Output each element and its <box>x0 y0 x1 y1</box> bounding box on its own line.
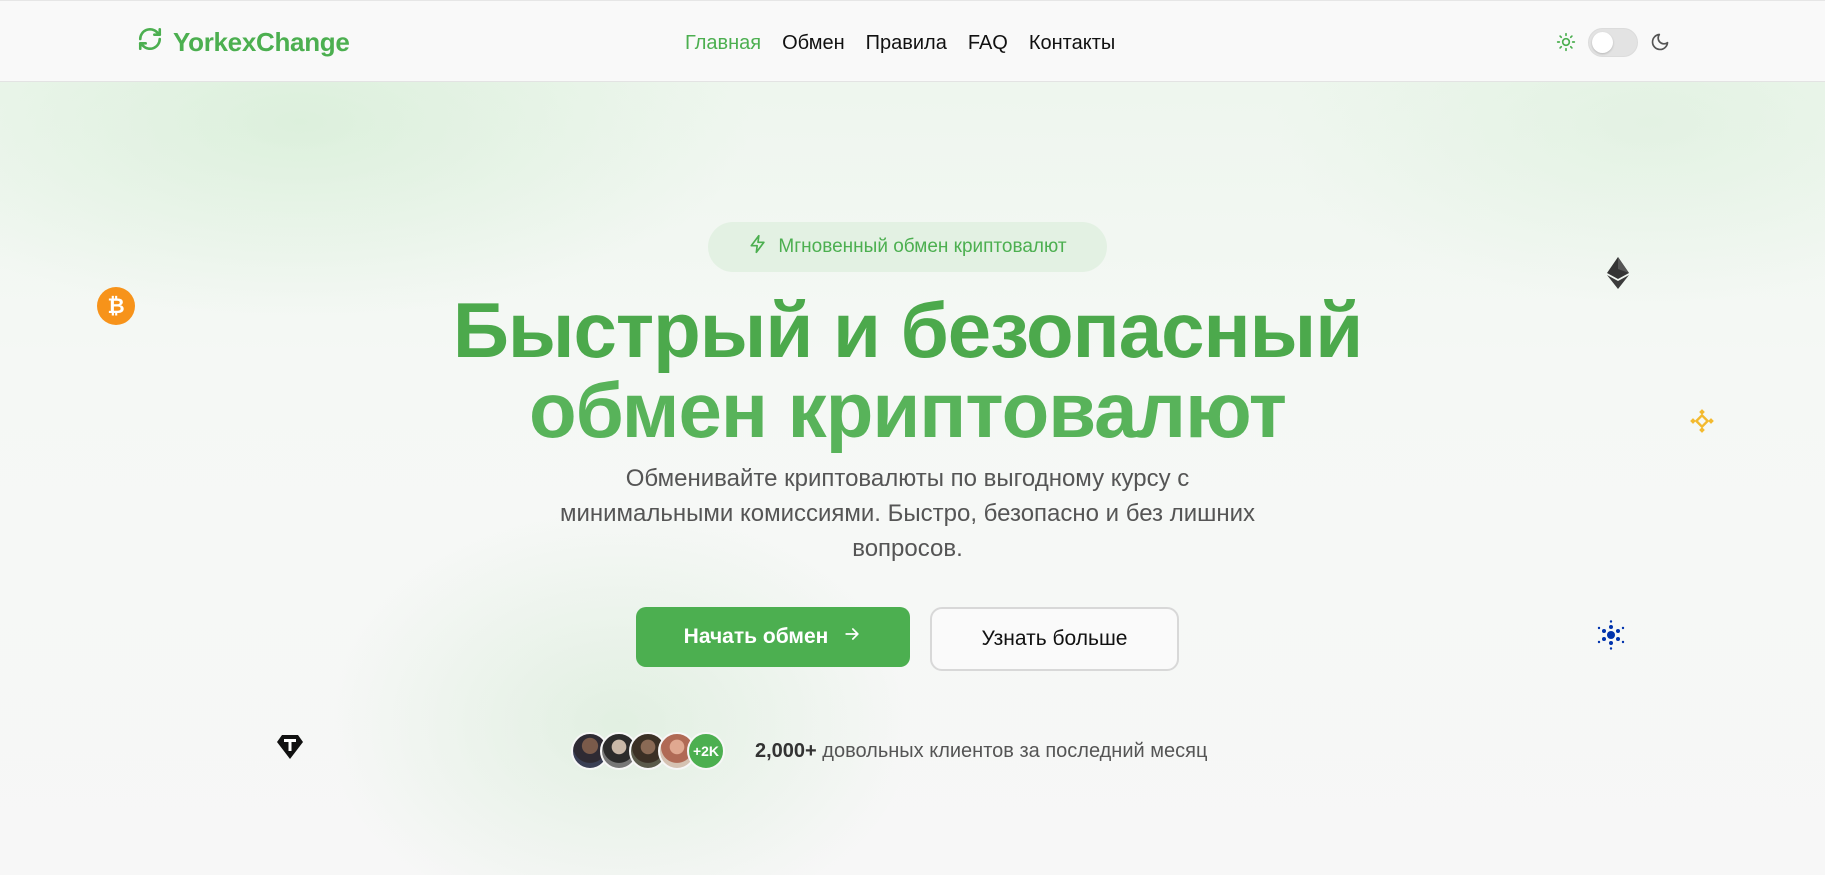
site-header: YorkexChange Главная Обмен Правила FAQ К… <box>0 0 1825 82</box>
nav-item-home[interactable]: Главная <box>685 32 761 55</box>
start-exchange-button[interactable]: Начать обмен <box>636 607 910 667</box>
ethereum-icon <box>1607 257 1629 289</box>
main-nav: Главная Обмен Правила FAQ Контакты <box>685 27 1115 59</box>
hero-title-line1: Быстрый и безопасный <box>452 286 1363 374</box>
hero-title-line2: обмен криптовалют <box>529 366 1287 454</box>
nav-item-exchange[interactable]: Обмен <box>782 32 845 55</box>
binance-icon <box>1690 409 1714 433</box>
sun-icon <box>1556 32 1576 52</box>
cardano-icon <box>1595 619 1627 651</box>
svg-text:₿: ₿ <box>107 295 124 318</box>
tether-icon <box>277 735 303 759</box>
refresh-icon <box>137 26 163 59</box>
avatar-stack: +2K <box>571 732 725 770</box>
arrow-right-icon <box>842 624 862 650</box>
nav-item-rules[interactable]: Правила <box>866 32 947 55</box>
clients-proof: +2K 2,000+ довольных клиентов за последн… <box>571 731 1207 771</box>
more-clients-badge: +2K <box>687 732 725 770</box>
nav-item-faq[interactable]: FAQ <box>968 32 1008 55</box>
hero-badge-text: Мгновенный обмен криптовалют <box>778 236 1067 257</box>
hero-subtitle: Обменивайте криптовалюты по выгодному ку… <box>559 465 1256 562</box>
start-exchange-label: Начать обмен <box>683 625 829 648</box>
hero-title: Быстрый и безопасный обмен криптовалют <box>300 290 1515 450</box>
theme-switcher <box>1556 25 1670 59</box>
toggle-knob <box>1592 31 1613 53</box>
clients-count: 2,000+ <box>755 739 817 762</box>
moon-icon <box>1650 32 1670 52</box>
hero-badge: Мгновенный обмен криптовалют <box>708 222 1107 272</box>
bitcoin-icon: ₿ <box>97 287 135 325</box>
learn-more-button[interactable]: Узнать больше <box>930 607 1179 671</box>
brand-name: YorkexChange <box>173 26 350 57</box>
lightning-icon <box>748 234 768 260</box>
nav-item-contacts[interactable]: Контакты <box>1029 32 1115 55</box>
theme-toggle[interactable] <box>1588 27 1638 57</box>
clients-text: 2,000+ довольных клиентов за последний м… <box>755 740 1207 763</box>
brand-logo[interactable]: YorkexChange <box>137 25 350 59</box>
clients-description: довольных клиентов за последний месяц <box>822 739 1208 762</box>
